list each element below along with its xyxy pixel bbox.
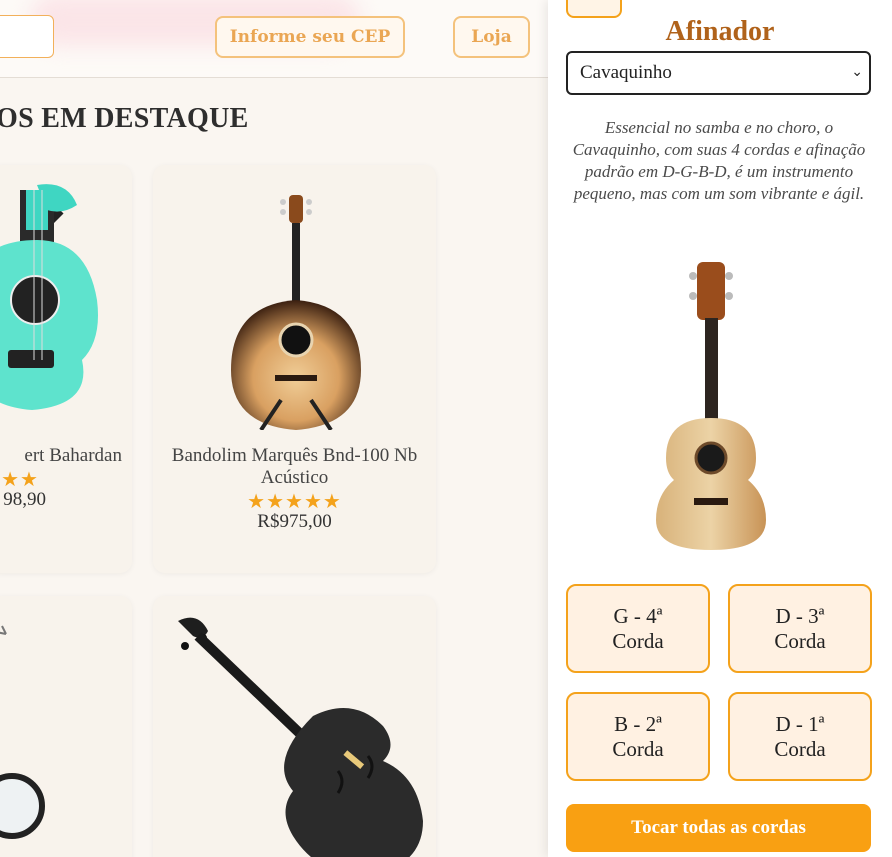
cavaquinho-image: [656, 262, 766, 550]
tuner-panel: Afinador Cavaquinho ⌄ Essencial no samba…: [548, 0, 892, 857]
site-header: Informe seu CEP Loja: [0, 0, 548, 78]
string-button-d3[interactable]: D - 3ª Corda: [728, 584, 872, 673]
instrument-select[interactable]: Cavaquinho ⌄: [566, 51, 871, 95]
string-button-b2[interactable]: B - 2ª Corda: [566, 692, 710, 781]
string-note: D - 3ª: [775, 603, 825, 628]
string-label: Corda: [774, 628, 826, 653]
string-label: Corda: [774, 736, 826, 761]
string-note: D - 1ª: [775, 711, 825, 736]
banjo-image: [0, 625, 45, 839]
product-card[interactable]: [0, 596, 132, 857]
cep-button[interactable]: Informe seu CEP: [215, 16, 405, 58]
chevron-down-icon: ⌄: [851, 65, 863, 80]
product-name[interactable]: Bandolim Marquês Bnd-100 Nb Acústico: [171, 445, 418, 489]
product-rating: ★★: [1, 467, 39, 491]
product-price: 98,90: [3, 489, 46, 510]
section-title: OS EM DESTAQUE: [0, 103, 249, 134]
string-label: Corda: [612, 736, 664, 761]
mandolin-image: [231, 195, 361, 430]
product-name[interactable]: ert Bahardan: [0, 445, 122, 467]
product-rating: ★★★★★: [247, 489, 342, 513]
violin-image: [178, 617, 423, 857]
string-note: G - 4ª: [613, 603, 663, 628]
instrument-description: Essencial no samba e no choro, o Cavaqui…: [572, 118, 866, 203]
product-price: R$975,00: [257, 511, 332, 532]
store-button[interactable]: Loja: [453, 16, 530, 58]
instrument-select-value: Cavaquinho: [580, 62, 672, 83]
string-button-d1[interactable]: D - 1ª Corda: [728, 692, 872, 781]
string-label: Corda: [612, 628, 664, 653]
product-card[interactable]: Bandolim Marquês Bnd-100 Nb Acústico ★★★…: [153, 165, 436, 573]
product-card[interactable]: ert Bahardan ★★ 98,90: [0, 165, 132, 573]
string-note: B - 2ª: [614, 711, 662, 736]
product-card[interactable]: [153, 596, 436, 857]
string-button-g4[interactable]: G - 4ª Corda: [566, 584, 710, 673]
panel-title: Afinador: [665, 16, 775, 47]
search-input[interactable]: [0, 15, 54, 58]
play-all-strings-button[interactable]: Tocar todas as cordas: [566, 804, 871, 852]
ukulele-image: [0, 184, 98, 410]
